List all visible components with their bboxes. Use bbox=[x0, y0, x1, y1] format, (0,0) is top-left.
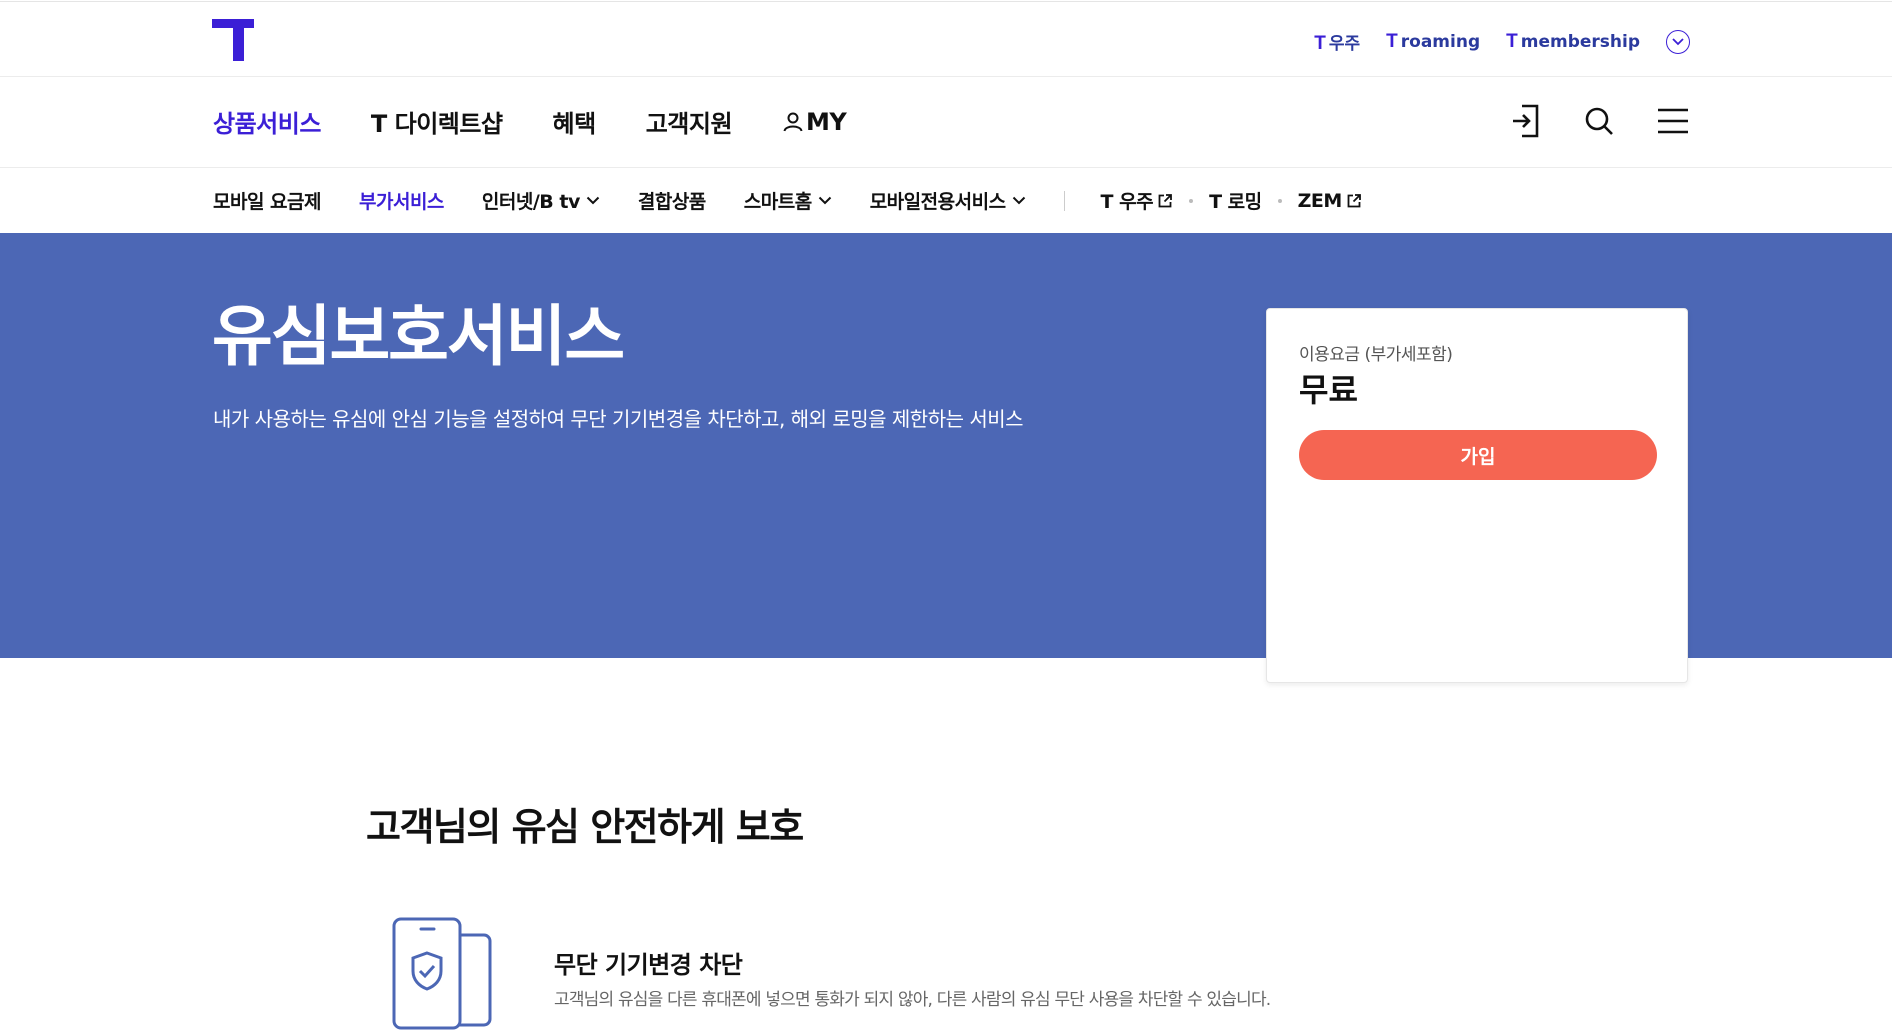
gnb-item-support[interactable]: 고객지원 bbox=[646, 104, 733, 139]
chevron-down-icon bbox=[1012, 196, 1025, 205]
section-title: 고객님의 유심 안전하게 보호 bbox=[366, 805, 804, 849]
chevron-circle-down-icon[interactable] bbox=[1666, 30, 1690, 54]
lnb-link-universe[interactable]: T 우주 bbox=[1101, 187, 1174, 214]
util-link-membership[interactable]: Tmembership bbox=[1506, 31, 1640, 53]
t-logo[interactable] bbox=[212, 19, 254, 61]
hero-description: 내가 사용하는 유심에 안심 기능을 설정하여 무단 기기변경을 차단하고, 해… bbox=[213, 407, 1024, 431]
page-title: 유심보호서비스 bbox=[212, 298, 625, 375]
lnb-item-internet-btv[interactable]: 인터넷/B tv bbox=[482, 187, 600, 214]
gnb-item-my-label: MY bbox=[806, 107, 847, 136]
external-link-icon bbox=[1158, 193, 1172, 207]
feature-title: 무단 기기변경 차단 bbox=[554, 951, 743, 979]
lnb-item-smart-home[interactable]: 스마트홈 bbox=[744, 187, 832, 214]
external-link-icon bbox=[1347, 193, 1361, 207]
gnb-icons bbox=[1508, 104, 1690, 138]
util-links: T 우주 Troaming Tmembership bbox=[1314, 29, 1690, 55]
phone-shield-icon bbox=[392, 917, 492, 1030]
chevron-down-icon bbox=[818, 196, 831, 205]
chevron-down-icon bbox=[586, 196, 600, 205]
gnb-item-benefits[interactable]: 혜택 bbox=[553, 104, 597, 139]
local-nav: 모바일 요금제 부가서비스 인터넷/B tv 결합상품 스마트홈 모바일전용서비… bbox=[0, 168, 1892, 233]
price-card: 이용요금 (부가세포함) 무료 가입 bbox=[1266, 308, 1688, 683]
person-icon bbox=[783, 112, 803, 131]
search-icon[interactable] bbox=[1582, 104, 1616, 138]
lnb-item-addon-service[interactable]: 부가서비스 bbox=[359, 187, 444, 214]
global-nav: 상품서비스 T 다이렉트샵 혜택 고객지원 MY bbox=[0, 78, 1892, 168]
gnb-item-my[interactable]: MY bbox=[782, 104, 847, 139]
login-icon[interactable] bbox=[1508, 104, 1542, 138]
lnb-divider bbox=[1063, 190, 1065, 211]
price-value: 무료 bbox=[1299, 371, 1358, 409]
lnb-dot bbox=[1277, 198, 1282, 203]
util-link-universe[interactable]: T 우주 bbox=[1314, 29, 1360, 55]
lnb-link-roaming[interactable]: T 로밍 bbox=[1209, 187, 1262, 214]
lnb-item-mobile-only[interactable]: 모바일전용서비스 bbox=[870, 187, 1026, 214]
lnb-item-bundle[interactable]: 결합상품 bbox=[638, 187, 706, 214]
join-button[interactable]: 가입 bbox=[1299, 430, 1657, 480]
gnb-item-direct-shop[interactable]: T 다이렉트샵 bbox=[371, 104, 503, 139]
lnb-dot bbox=[1189, 198, 1194, 203]
lnb-menu: 모바일 요금제 부가서비스 인터넷/B tv 결합상품 스마트홈 모바일전용서비… bbox=[213, 187, 1362, 214]
feature-description: 고객님의 유심을 다른 휴대폰에 넣으면 통화가 되지 않아, 다른 사람의 유… bbox=[554, 990, 1271, 1010]
utility-bar: T 우주 Troaming Tmembership bbox=[0, 1, 1892, 77]
lnb-link-zem[interactable]: ZEM bbox=[1298, 190, 1362, 212]
gnb-menu: 상품서비스 T 다이렉트샵 혜택 고객지원 MY bbox=[213, 104, 847, 139]
lnb-item-mobile-plan[interactable]: 모바일 요금제 bbox=[213, 187, 322, 214]
gnb-item-products[interactable]: 상품서비스 bbox=[213, 104, 321, 139]
menu-icon[interactable] bbox=[1656, 104, 1690, 138]
price-label: 이용요금 (부가세포함) bbox=[1299, 345, 1453, 365]
util-link-roaming[interactable]: Troaming bbox=[1386, 31, 1480, 53]
